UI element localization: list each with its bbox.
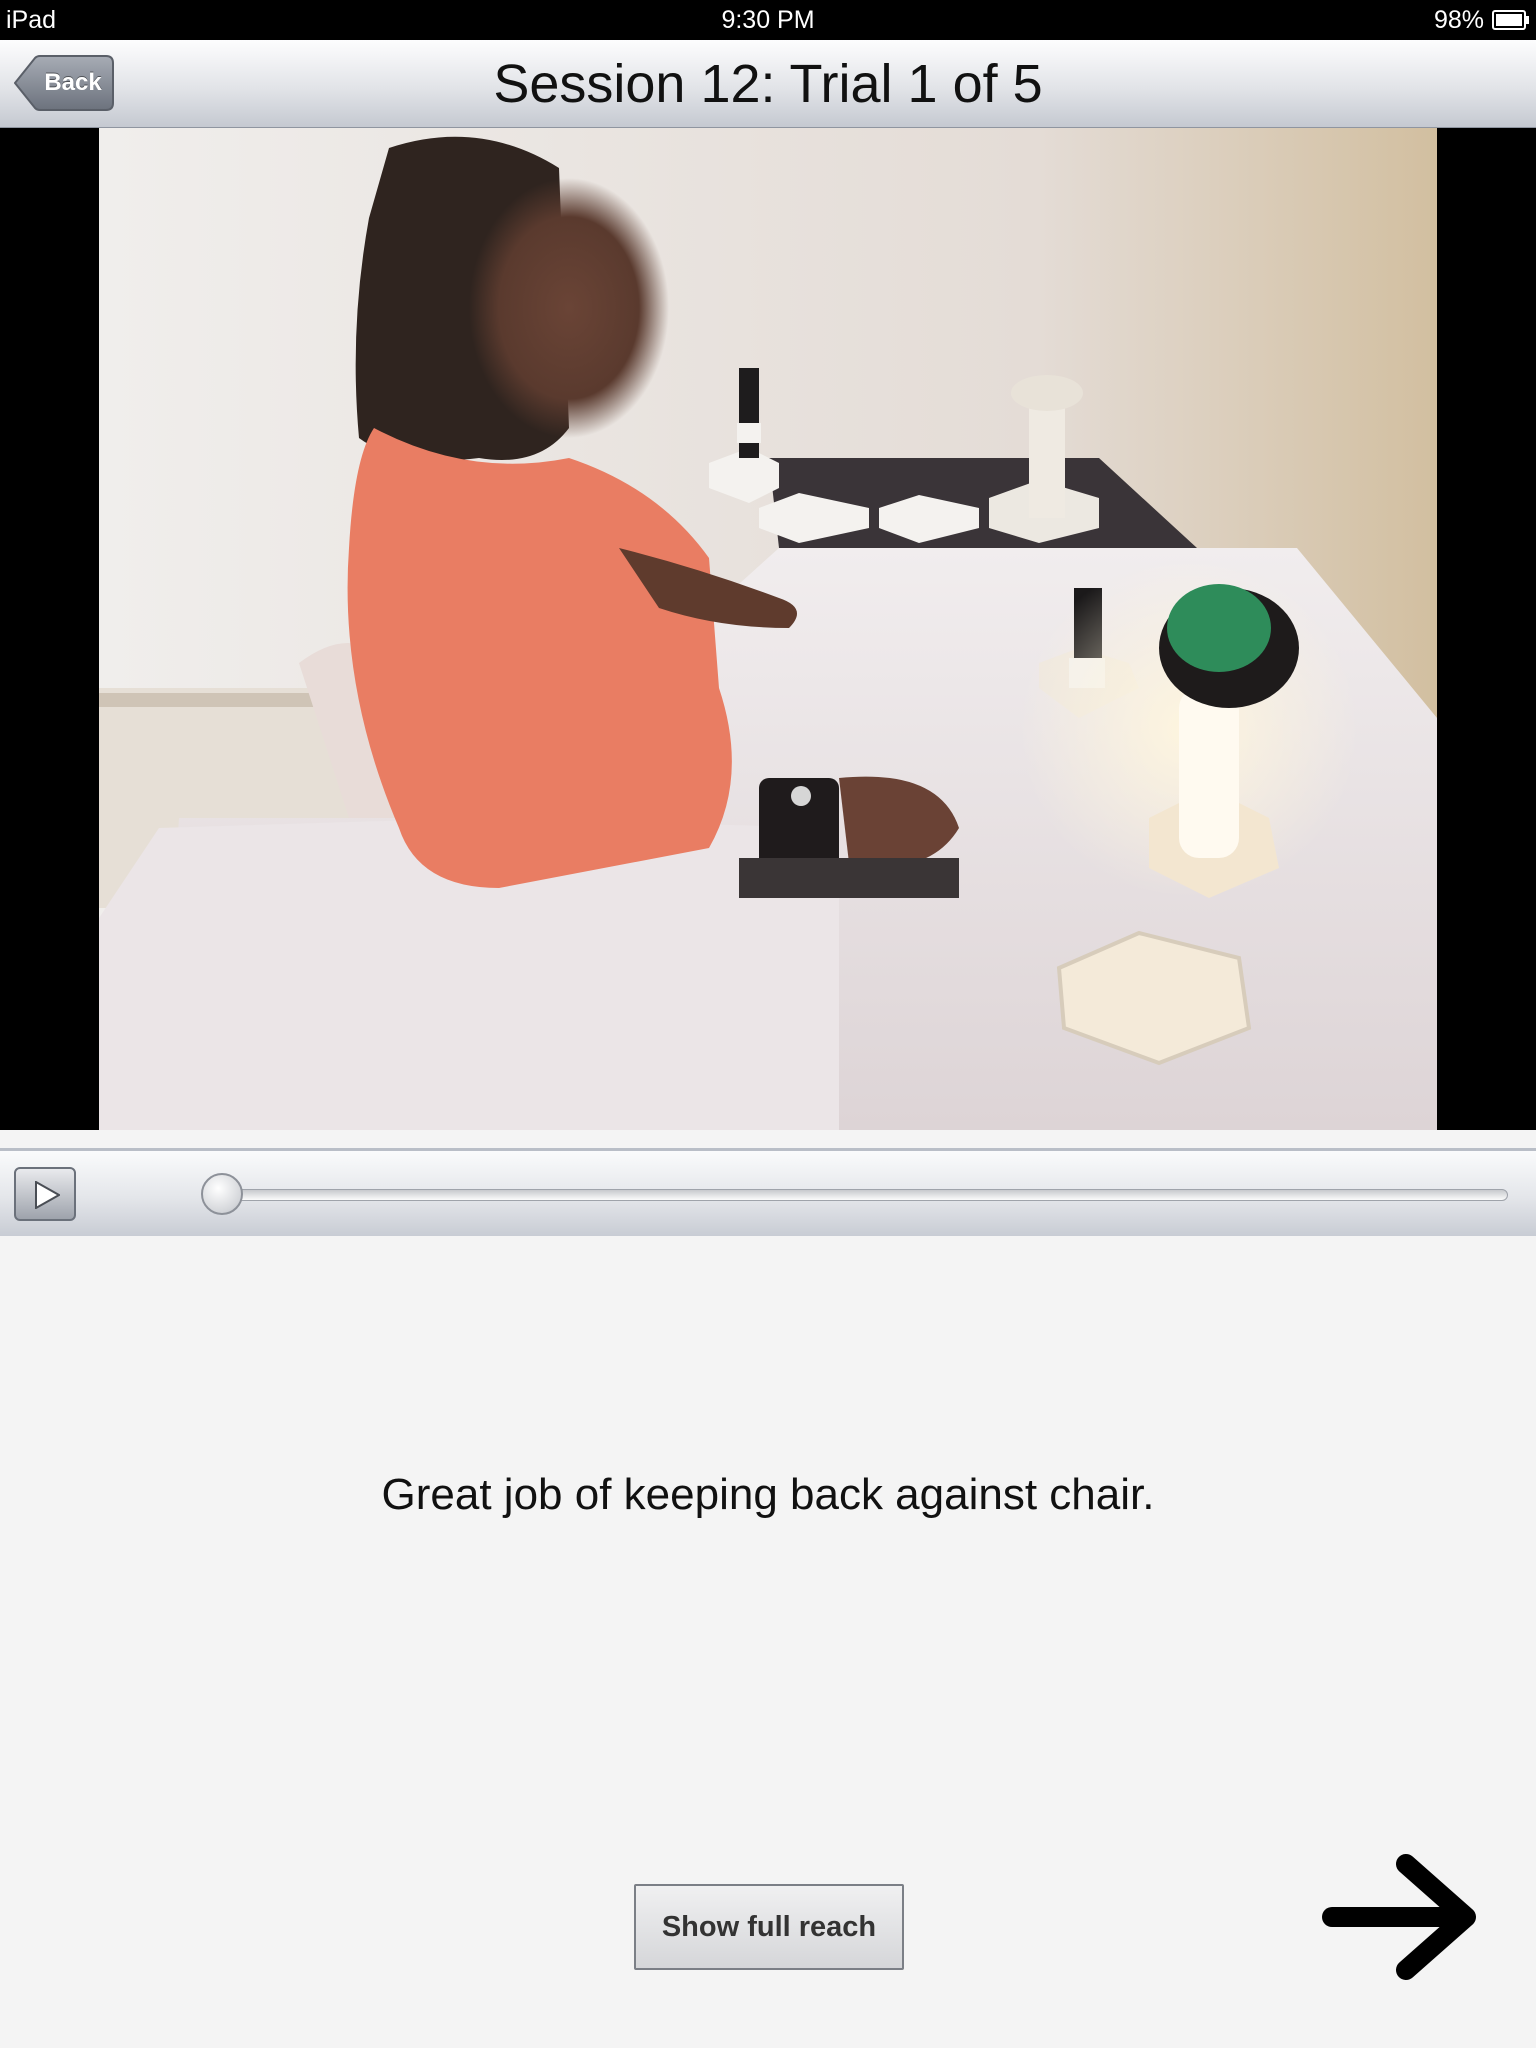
video-player[interactable] bbox=[0, 128, 1536, 1130]
play-icon bbox=[35, 1181, 60, 1209]
progress-slider-thumb[interactable] bbox=[201, 1173, 243, 1215]
progress-slider[interactable] bbox=[210, 1189, 1508, 1201]
back-button-label: Back bbox=[44, 69, 102, 96]
feedback-message: Great job of keeping back against chair. bbox=[381, 1470, 1155, 1519]
battery-percentage: 98% bbox=[1433, 6, 1484, 34]
battery-icon bbox=[1492, 10, 1529, 30]
play-button[interactable] bbox=[14, 1167, 76, 1221]
video-frame bbox=[99, 128, 1437, 1130]
navigation-bar: Back Session 12: Trial 1 of 5 bbox=[0, 40, 1536, 128]
back-button[interactable]: Back bbox=[14, 55, 114, 111]
status-bar: iPad 9:30 PM 98% bbox=[0, 0, 1536, 40]
show-full-reach-button[interactable]: Show full reach bbox=[634, 1884, 904, 1970]
page-title: Session 12: Trial 1 of 5 bbox=[493, 54, 1043, 114]
playback-controls bbox=[0, 1148, 1536, 1236]
status-time: 9:30 PM bbox=[721, 6, 815, 34]
arrow-right-icon[interactable] bbox=[1320, 1852, 1482, 1982]
